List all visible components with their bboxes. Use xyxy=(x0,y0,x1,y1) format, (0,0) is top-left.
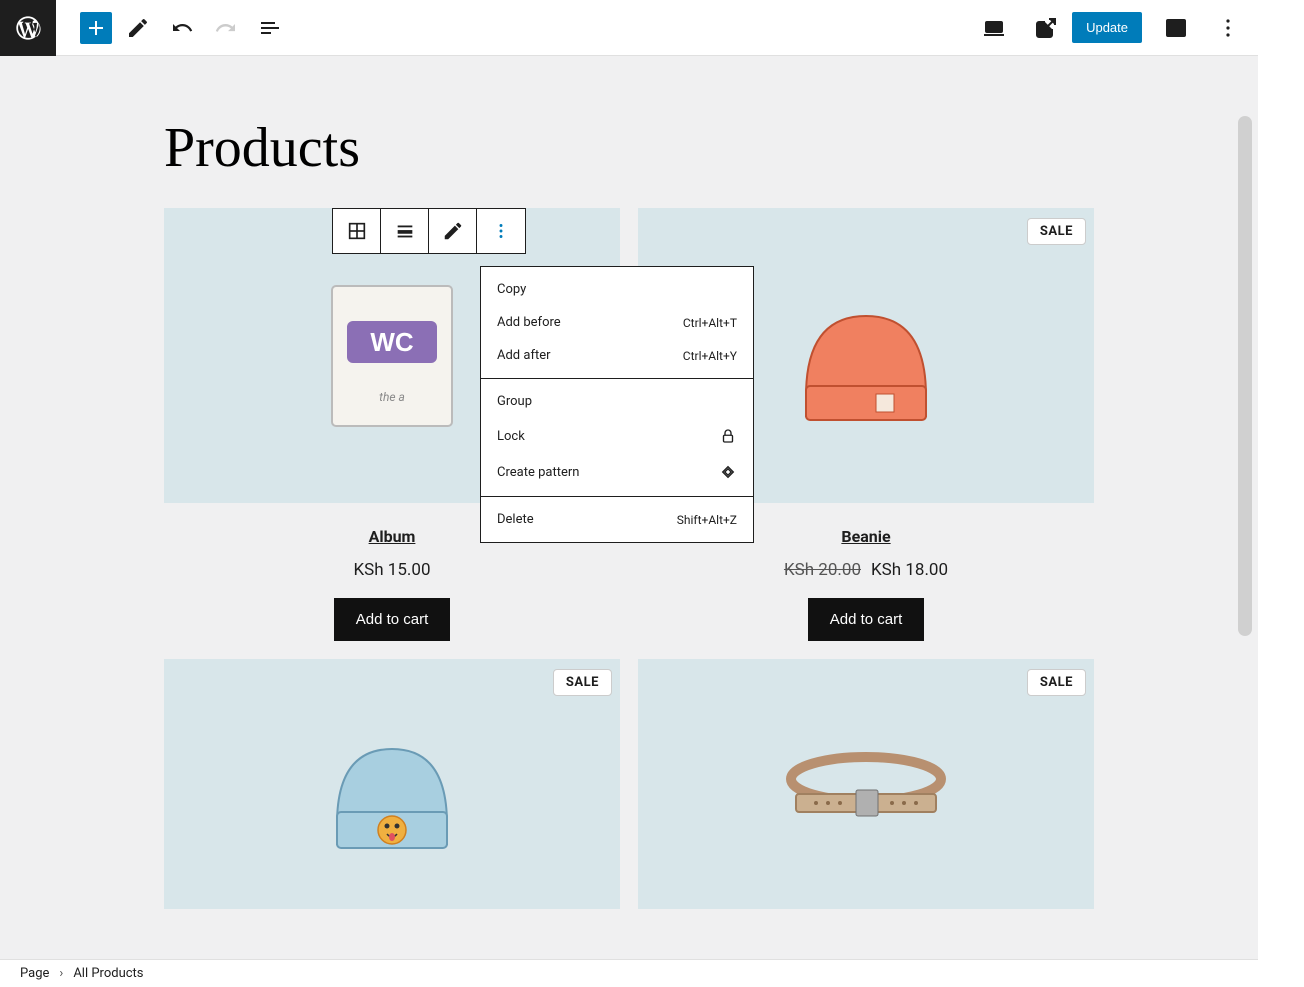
view-button[interactable] xyxy=(976,10,1012,46)
beanie-logo-illustration xyxy=(292,684,492,884)
editor-canvas-wrap: Products WC the a Album KSh 15.00 Add xyxy=(0,56,1258,959)
page-title[interactable]: Products xyxy=(164,116,1094,180)
sale-badge: SALE xyxy=(1027,218,1086,245)
block-type-button[interactable] xyxy=(333,209,381,253)
preview-button[interactable] xyxy=(1028,10,1064,46)
product-price: KSh 15.00 xyxy=(353,560,430,580)
menu-shortcut: Ctrl+Alt+Y xyxy=(683,349,737,363)
album-illustration: WC the a xyxy=(292,256,492,456)
block-edit-button[interactable] xyxy=(429,209,477,253)
sidebar-icon xyxy=(1164,16,1188,40)
beanie-illustration xyxy=(766,256,966,456)
menu-label: Add before xyxy=(497,315,561,330)
wordpress-logo-icon xyxy=(14,14,42,42)
add-to-cart-button[interactable]: Add to cart xyxy=(808,598,925,641)
add-block-button[interactable] xyxy=(80,12,112,44)
toolbar-left-group xyxy=(0,0,288,55)
menu-copy[interactable]: Copy xyxy=(481,273,753,306)
menu-create-pattern[interactable]: Create pattern xyxy=(481,454,753,490)
menu-label: Delete xyxy=(497,512,534,527)
pencil-icon xyxy=(126,16,150,40)
block-more-button[interactable] xyxy=(477,209,525,253)
more-vertical-icon xyxy=(490,220,512,242)
menu-label: Create pattern xyxy=(497,465,579,480)
align-icon xyxy=(394,220,416,242)
undo-icon xyxy=(170,16,194,40)
redo-icon xyxy=(214,16,238,40)
menu-shortcut: Shift+Alt+Z xyxy=(677,513,737,527)
document-overview-button[interactable] xyxy=(252,10,288,46)
belt-illustration xyxy=(766,684,966,884)
svg-text:the a: the a xyxy=(379,390,405,404)
sale-badge: SALE xyxy=(553,669,612,696)
add-to-cart-button[interactable]: Add to cart xyxy=(334,598,451,641)
product-name[interactable]: Beanie xyxy=(841,527,890,546)
menu-label: Copy xyxy=(497,282,526,297)
scrollbar[interactable] xyxy=(1214,56,1256,959)
list-view-icon xyxy=(258,16,282,40)
plus-icon xyxy=(84,16,108,40)
menu-group[interactable]: Group xyxy=(481,385,753,418)
menu-shortcut: Ctrl+Alt+T xyxy=(683,316,737,330)
editor-top-toolbar: Update xyxy=(0,0,1258,56)
product-image[interactable]: SALE xyxy=(638,659,1094,909)
breadcrumb-bar: Page › All Products xyxy=(0,959,1258,987)
sale-price: KSh 18.00 xyxy=(871,560,948,580)
product-name[interactable]: Album xyxy=(369,527,416,546)
menu-add-before[interactable]: Add before Ctrl+Alt+T xyxy=(481,306,753,339)
svg-text:WC: WC xyxy=(370,327,414,357)
wordpress-logo[interactable] xyxy=(0,0,56,56)
grid-icon xyxy=(346,220,368,242)
pencil-icon xyxy=(442,220,464,242)
menu-add-after[interactable]: Add after Ctrl+Alt+Y xyxy=(481,339,753,372)
laptop-icon xyxy=(982,16,1006,40)
lock-icon xyxy=(719,427,737,445)
block-align-button[interactable] xyxy=(381,209,429,253)
menu-label: Add after xyxy=(497,348,551,363)
pattern-icon xyxy=(719,463,737,481)
product-card[interactable]: SALE xyxy=(164,659,620,909)
more-vertical-icon xyxy=(1216,16,1240,40)
block-options-menu: Copy Add before Ctrl+Alt+T Add after Ctr… xyxy=(480,266,754,543)
menu-lock[interactable]: Lock xyxy=(481,418,753,454)
external-link-icon xyxy=(1034,16,1058,40)
product-card[interactable]: SALE xyxy=(638,659,1094,909)
settings-panel-toggle[interactable] xyxy=(1158,10,1194,46)
update-button[interactable]: Update xyxy=(1072,12,1142,43)
chevron-right-icon: › xyxy=(59,966,63,981)
sale-badge: SALE xyxy=(1027,669,1086,696)
menu-delete[interactable]: Delete Shift+Alt+Z xyxy=(481,503,753,536)
menu-label: Lock xyxy=(497,429,525,444)
product-price: KSh 20.00 KSh 18.00 xyxy=(784,560,948,580)
breadcrumb-current[interactable]: All Products xyxy=(73,966,143,981)
original-price: KSh 20.00 xyxy=(784,560,861,580)
redo-button[interactable] xyxy=(208,10,244,46)
menu-label: Group xyxy=(497,394,532,409)
toolbar-right-group: Update xyxy=(968,10,1258,46)
tools-button[interactable] xyxy=(120,10,156,46)
undo-button[interactable] xyxy=(164,10,200,46)
more-options-button[interactable] xyxy=(1210,10,1246,46)
block-toolbar xyxy=(332,208,526,254)
breadcrumb-root[interactable]: Page xyxy=(20,966,49,981)
product-image[interactable]: SALE xyxy=(164,659,620,909)
